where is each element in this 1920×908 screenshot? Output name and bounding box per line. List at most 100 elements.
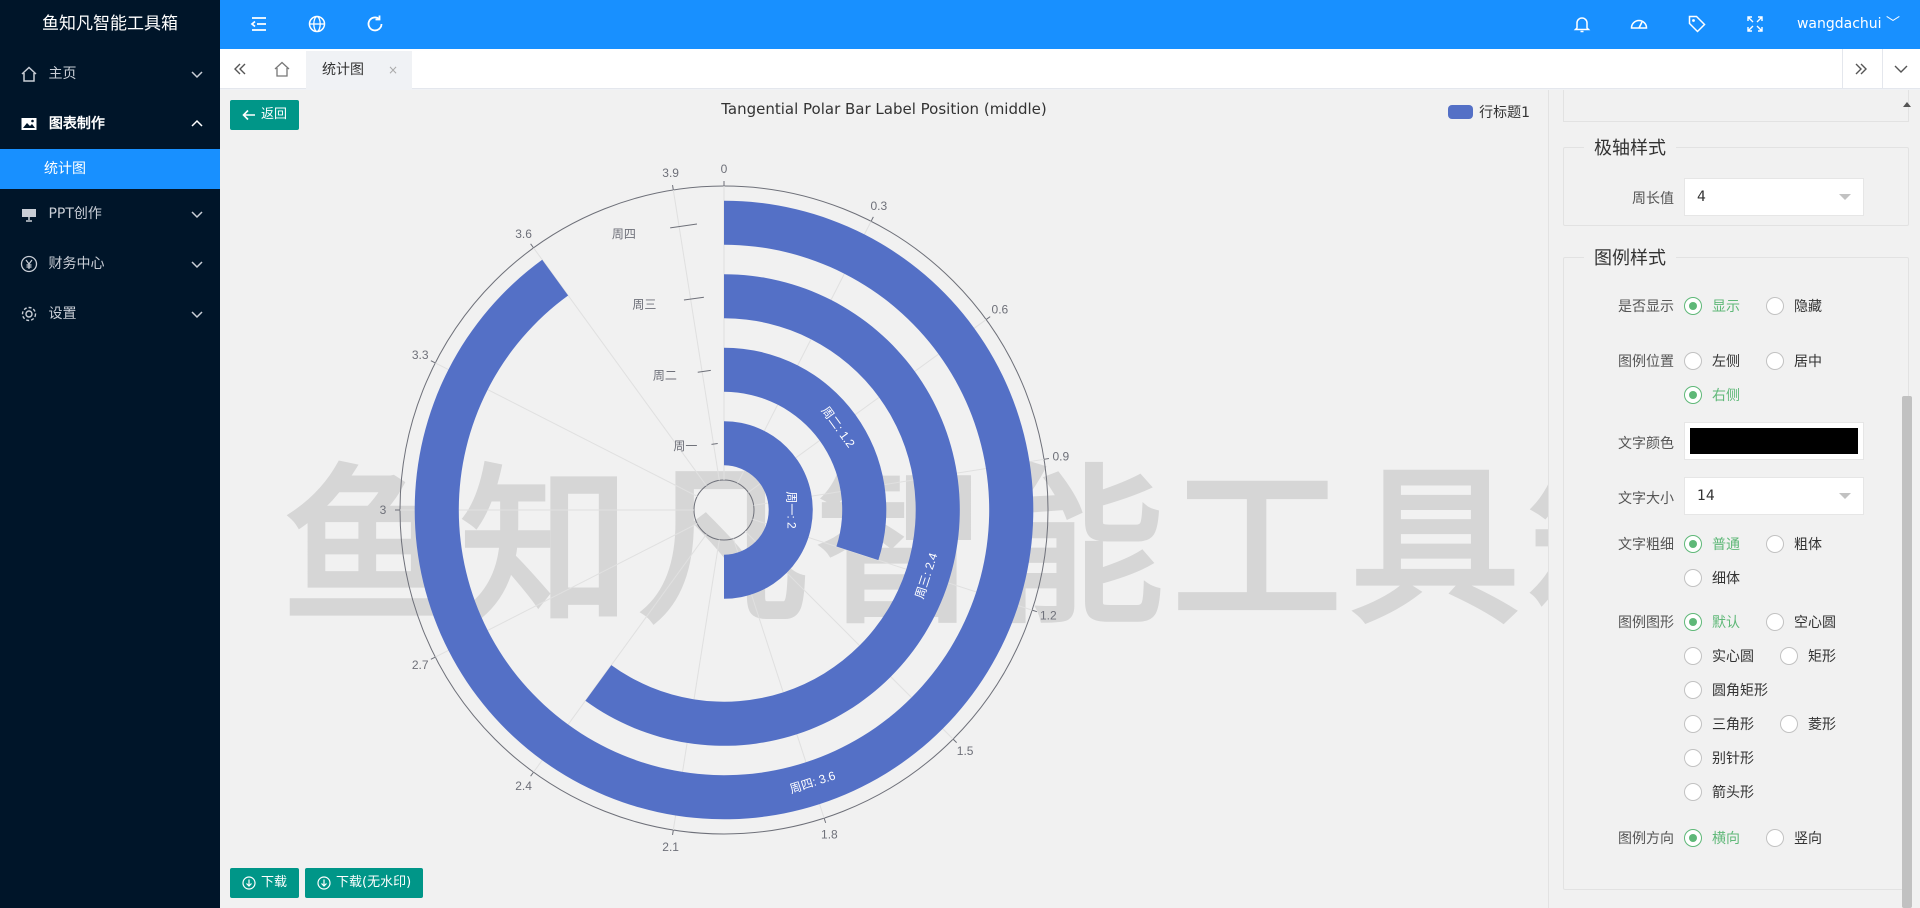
select-value: 4 bbox=[1697, 189, 1706, 205]
fullscreen-icon[interactable] bbox=[1744, 13, 1766, 35]
radio-circle bbox=[1766, 297, 1784, 315]
field-label: 图例方向 bbox=[1618, 831, 1674, 847]
menu-fold-icon[interactable] bbox=[248, 13, 270, 35]
radio-hide[interactable]: 隐藏 bbox=[1766, 296, 1822, 316]
radio-shape-pin[interactable]: 别针形 bbox=[1684, 748, 1754, 768]
radio-label: 别针形 bbox=[1712, 751, 1754, 767]
angle-tick bbox=[985, 316, 991, 320]
sidebar-item-chart-making[interactable]: 图表制作 bbox=[0, 99, 220, 149]
radio-circle bbox=[1684, 352, 1702, 370]
radius-axis-label: 周二 bbox=[653, 368, 677, 382]
radio-shape-triangle[interactable]: 三角形 bbox=[1684, 714, 1754, 734]
radio-label: 细体 bbox=[1712, 571, 1740, 587]
radio-circle bbox=[1684, 749, 1702, 767]
chart-legend[interactable]: 行标题1 bbox=[1448, 102, 1530, 122]
user-menu[interactable]: wangdachui ﹀ bbox=[1797, 0, 1900, 49]
angle-tick-label: 0.3 bbox=[870, 199, 887, 213]
tab-menu-chevron-icon[interactable] bbox=[1882, 49, 1918, 89]
sidebar-item-label: 主页 bbox=[48, 66, 77, 82]
panel-scrollbar[interactable] bbox=[1902, 90, 1912, 908]
text-color-picker[interactable] bbox=[1684, 422, 1864, 460]
radio-shape-empty-circle[interactable]: 空心圆 bbox=[1766, 612, 1836, 632]
legend-swatch bbox=[1448, 105, 1474, 119]
angle-tick-label: 0.9 bbox=[1052, 450, 1069, 464]
angle-tick bbox=[430, 656, 436, 660]
refresh-icon[interactable] bbox=[364, 13, 386, 35]
radio-circle bbox=[1684, 829, 1702, 847]
text-size-select[interactable]: 14 bbox=[1684, 477, 1864, 515]
radio-circle bbox=[1766, 613, 1784, 631]
angle-tick-label: 3.3 bbox=[412, 348, 429, 362]
angle-tick-label: 2.7 bbox=[412, 658, 429, 672]
radio-label: 实心圆 bbox=[1712, 649, 1754, 665]
polar-axis-section: 极轴样式 周长值 4 bbox=[1563, 134, 1909, 226]
radio-right[interactable]: 右侧 bbox=[1684, 385, 1740, 405]
radio-shape-circle[interactable]: 实心圆 bbox=[1684, 646, 1754, 666]
radio-shape-arrow[interactable]: 箭头形 bbox=[1684, 782, 1754, 802]
angle-tick-label: 2.4 bbox=[515, 779, 532, 793]
settings-panel: 极轴样式 周长值 4 图例样式 是否显示 显示 隐藏 图例位置 左侧 居中 右侧… bbox=[1548, 90, 1920, 908]
radio-circle bbox=[1684, 569, 1702, 587]
radio-light[interactable]: 细体 bbox=[1684, 568, 1740, 588]
sidebar-item-ppt[interactable]: PPT创作 bbox=[0, 189, 220, 239]
legend-style-section: 图例样式 是否显示 显示 隐藏 图例位置 左侧 居中 右侧 文字颜色 文字大小 … bbox=[1563, 244, 1909, 890]
radio-circle bbox=[1684, 783, 1702, 801]
angle-tick-label: 1.8 bbox=[821, 827, 838, 841]
back-button[interactable]: 返回 bbox=[230, 100, 300, 130]
sidebar-item-label: PPT创作 bbox=[48, 206, 102, 222]
field-label: 文字颜色 bbox=[1618, 436, 1674, 452]
radio-shape-roundrect[interactable]: 圆角矩形 bbox=[1684, 680, 1768, 700]
radius-axis-label: 周四 bbox=[612, 227, 636, 241]
scroll-right-icon[interactable] bbox=[1842, 49, 1878, 89]
radio-label: 横向 bbox=[1712, 831, 1740, 847]
sidebar-subitem-statistics-chart[interactable]: 统计图 bbox=[0, 149, 220, 189]
field-label: 周长值 bbox=[1632, 191, 1674, 207]
sidebar-item-label: 财务中心 bbox=[48, 256, 105, 272]
bar-data-label: 周一: 2 bbox=[785, 491, 799, 529]
download-button[interactable]: 下载 bbox=[230, 868, 300, 898]
radio-circle bbox=[1684, 715, 1702, 733]
scroll-up-icon[interactable] bbox=[1903, 102, 1911, 107]
radio-circle bbox=[1766, 829, 1784, 847]
globe-icon[interactable] bbox=[306, 13, 328, 35]
tab-label: 统计图 bbox=[322, 62, 364, 78]
angle-tick-label: 3.9 bbox=[662, 166, 679, 180]
radio-shape-rect[interactable]: 矩形 bbox=[1780, 646, 1836, 666]
radio-bold[interactable]: 粗体 bbox=[1766, 534, 1822, 554]
scrollbar-thumb[interactable] bbox=[1902, 396, 1912, 908]
angle-tick bbox=[823, 817, 827, 824]
scroll-left-icon[interactable] bbox=[222, 49, 258, 89]
radio-vertical[interactable]: 竖向 bbox=[1766, 828, 1822, 848]
radio-normal[interactable]: 普通 bbox=[1684, 534, 1740, 554]
dashboard-icon[interactable] bbox=[1628, 13, 1650, 35]
bell-icon[interactable] bbox=[1571, 13, 1593, 35]
radio-horizontal[interactable]: 横向 bbox=[1684, 828, 1740, 848]
sidebar-item-settings[interactable]: 设置 bbox=[0, 289, 220, 339]
field-label: 文字大小 bbox=[1618, 491, 1674, 507]
radio-label: 空心圆 bbox=[1794, 615, 1836, 631]
sidebar-item-finance[interactable]: 财务中心 bbox=[0, 239, 220, 289]
chevron-down-icon bbox=[191, 261, 203, 269]
color-swatch bbox=[1690, 428, 1858, 454]
chevron-down-icon bbox=[191, 311, 203, 319]
download-no-watermark-button[interactable]: 下载(无水印) bbox=[305, 868, 424, 898]
radio-circle bbox=[1684, 297, 1702, 315]
perimeter-select[interactable]: 4 bbox=[1684, 178, 1864, 216]
tag-icon[interactable] bbox=[1686, 13, 1708, 35]
radio-label: 左侧 bbox=[1712, 354, 1740, 370]
radio-left[interactable]: 左侧 bbox=[1684, 351, 1740, 371]
radio-center[interactable]: 居中 bbox=[1766, 351, 1822, 371]
sidebar-item-home[interactable]: 主页 bbox=[0, 49, 220, 99]
close-icon[interactable]: × bbox=[388, 63, 398, 77]
home-tab-icon[interactable] bbox=[264, 49, 300, 89]
polar-bar-chart: 0 0.3 0.6 0.9 1.2 1.5 1.8 2.1 2.4 2.7 3 3.3 3.6 3.9 周一… bbox=[380, 162, 1070, 854]
radio-label: 菱形 bbox=[1808, 717, 1836, 733]
radio-shape-diamond[interactable]: 菱形 bbox=[1780, 714, 1836, 734]
radius-axis-label: 周一 bbox=[673, 439, 697, 453]
radius-axis-label: 周三 bbox=[632, 298, 656, 312]
radio-show[interactable]: 显示 bbox=[1684, 296, 1740, 316]
tab-statistics-chart[interactable]: 统计图 × bbox=[306, 51, 413, 89]
caret-down-icon bbox=[1839, 194, 1851, 200]
radio-shape-default[interactable]: 默认 bbox=[1684, 612, 1740, 632]
download-icon bbox=[317, 876, 331, 890]
